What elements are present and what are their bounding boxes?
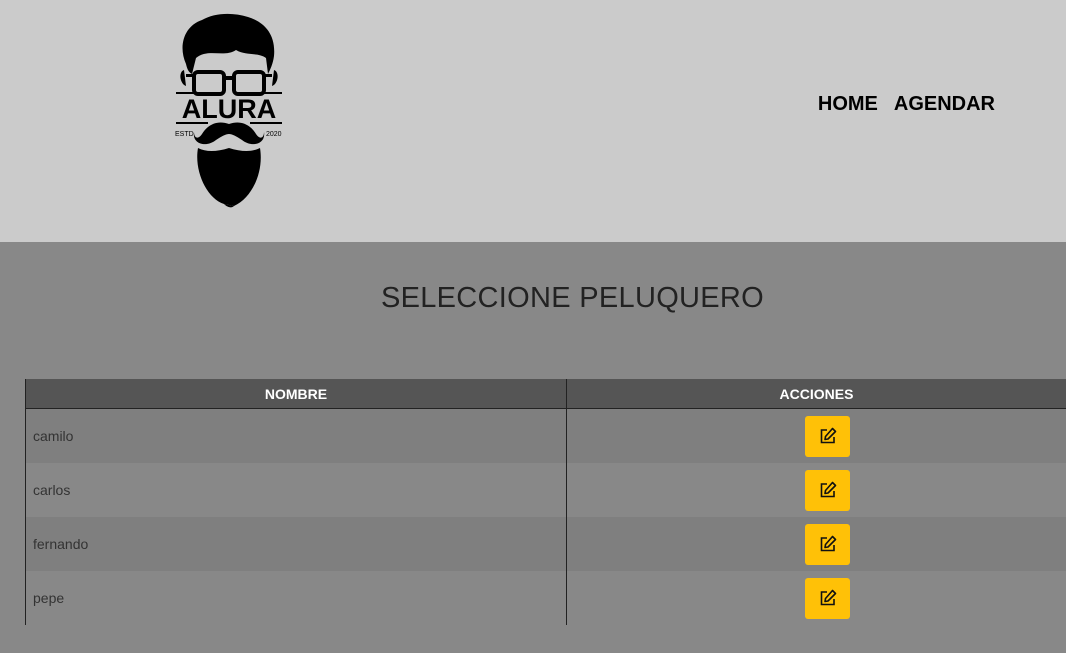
table-row: fernando [25, 517, 1066, 571]
page-title: SELECCIONE PELUQUERO [380, 282, 765, 314]
logo-text: ALURA [182, 94, 277, 124]
edit-button[interactable] [805, 469, 850, 511]
edit-icon [820, 481, 836, 498]
logo-est-text: ESTD [175, 131, 194, 138]
column-header-nombre: NOMBRE [25, 379, 567, 409]
edit-button[interactable] [805, 415, 850, 457]
alura-barber-logo[interactable]: ALURA ESTD 2020 [172, 12, 286, 208]
table-row: carlos [25, 463, 1066, 517]
logo-year-text: 2020 [266, 131, 282, 138]
table-header-row: NOMBRE ACCIONES [25, 379, 1066, 409]
actions-cell [566, 463, 1066, 517]
edit-icon [820, 535, 836, 552]
column-header-acciones: ACCIONES [566, 379, 1066, 409]
barber-name-cell: fernando [25, 517, 567, 571]
barber-name-cell: carlos [25, 463, 567, 517]
actions-cell [566, 517, 1066, 571]
barber-name-cell: pepe [25, 571, 567, 625]
table-row: camilo [25, 408, 1066, 463]
bearded-man-logo-icon: ALURA ESTD 2020 [175, 13, 282, 208]
nav-agendar-link[interactable]: AGENDAR [894, 93, 995, 116]
main-content: SELECCIONE PELUQUERO NOMBRE ACCIONES cam… [0, 242, 1066, 653]
edit-icon [820, 589, 836, 606]
site-header: ALURA ESTD 2020 HOME AGENDAR [0, 0, 1066, 242]
table-row: pepe [25, 571, 1066, 625]
barbers-table: NOMBRE ACCIONES camilo carlos fernando p… [25, 379, 1066, 625]
actions-cell [566, 571, 1066, 625]
nav-home-link[interactable]: HOME [818, 93, 878, 116]
actions-cell [566, 408, 1066, 463]
barber-name-cell: camilo [25, 408, 567, 463]
edit-icon [820, 427, 836, 444]
edit-button[interactable] [805, 523, 850, 565]
main-nav: HOME AGENDAR [818, 93, 995, 116]
edit-button[interactable] [805, 577, 850, 619]
